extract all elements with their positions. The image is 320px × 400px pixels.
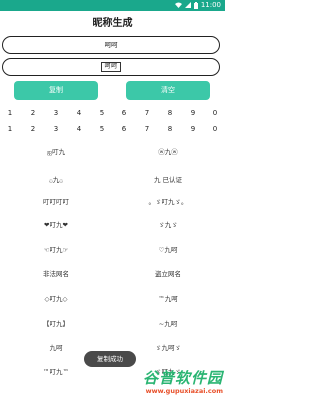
number-key[interactable]: 9 xyxy=(188,109,198,117)
number-key[interactable]: 7 xyxy=(142,125,152,133)
number-key[interactable]: 8 xyxy=(165,125,175,133)
clear-button[interactable]: 清空 xyxy=(126,81,210,100)
nickname-item[interactable]: ~九呵 xyxy=(112,318,224,328)
nickname-item[interactable]: ™九呵 xyxy=(112,293,224,303)
title-bar: 昵称生成 xyxy=(0,11,225,33)
number-key[interactable]: 0 xyxy=(210,125,220,133)
page-title: 昵称生成 xyxy=(92,18,133,29)
number-key[interactable]: 5 xyxy=(97,109,107,117)
nickname-item[interactable]: 叮叮叮叮 xyxy=(0,196,112,206)
nickname-item[interactable]: ۞九۞ xyxy=(0,174,112,184)
nickname-input[interactable]: 呵呵 xyxy=(2,36,220,54)
number-key[interactable]: 7 xyxy=(142,109,152,117)
number-key[interactable]: 4 xyxy=(74,109,84,117)
nickname-item[interactable]: 非法网名 xyxy=(0,268,112,278)
nickname-item[interactable]: ◇叮九◇ xyxy=(0,293,112,303)
number-key[interactable]: 3 xyxy=(51,109,61,117)
copy-button[interactable]: 复制 xyxy=(14,81,98,100)
nickname-item[interactable]: ⓦ九ⓦ xyxy=(112,146,224,156)
status-time: 11:00 xyxy=(200,1,221,9)
nickname-item[interactable]: ゞ九ゞ xyxy=(112,219,224,229)
battery-icon xyxy=(193,1,198,9)
wifi-icon xyxy=(174,2,182,8)
watermark-url: www.gupuxiazai.com xyxy=(145,387,223,395)
clear-button-label: 清空 xyxy=(161,86,175,94)
number-key[interactable]: 2 xyxy=(28,109,38,117)
nickname-item[interactable]: 盗立网名 xyxy=(112,268,224,278)
number-key[interactable]: 6 xyxy=(119,125,129,133)
styled-nickname-value: 呵呵 xyxy=(101,62,121,72)
number-key[interactable]: 0 xyxy=(210,109,220,117)
nickname-item[interactable]: ™叮九™ xyxy=(0,366,112,376)
nickname-item[interactable]: 。ゞ叮九ゞ。 xyxy=(112,196,224,206)
number-row-2: 1 2 3 4 5 6 7 8 9 0 xyxy=(0,125,225,135)
nickname-item[interactable]: 九 已认证 xyxy=(112,174,224,184)
copy-button-label: 复制 xyxy=(49,86,63,94)
signal-icon xyxy=(184,2,191,8)
nickname-input-value: 呵呵 xyxy=(104,41,118,49)
watermark-title: 谷普软件园 xyxy=(142,369,223,387)
number-key[interactable]: 3 xyxy=(51,125,61,133)
styled-nickname-field[interactable]: 呵呵 xyxy=(2,58,220,76)
number-key[interactable]: 9 xyxy=(188,125,198,133)
copy-success-toast: 复制成功 xyxy=(84,351,136,367)
number-key[interactable]: 6 xyxy=(119,109,129,117)
nickname-item[interactable]: ♡九呵 xyxy=(112,244,224,254)
nickname-item[interactable]: ❤叮九❤ xyxy=(0,219,112,229)
number-key[interactable]: 2 xyxy=(28,125,38,133)
number-row-1: 1 2 3 4 5 6 7 8 9 0 xyxy=(0,109,225,119)
number-key[interactable]: 5 xyxy=(97,125,107,133)
number-key[interactable]: 4 xyxy=(74,125,84,133)
number-key[interactable]: 8 xyxy=(165,109,175,117)
number-key[interactable]: 1 xyxy=(5,109,15,117)
watermark: 谷普软件园 www.gupuxiazai.com xyxy=(117,370,223,398)
status-bar: 11:00 xyxy=(0,0,225,11)
nickname-item[interactable]: ஐ叮九 xyxy=(0,146,112,157)
nickname-item[interactable]: 【叮九】 xyxy=(0,318,112,328)
number-key[interactable]: 1 xyxy=(5,125,15,133)
nickname-item[interactable]: ☜叮九☞ xyxy=(0,244,112,254)
